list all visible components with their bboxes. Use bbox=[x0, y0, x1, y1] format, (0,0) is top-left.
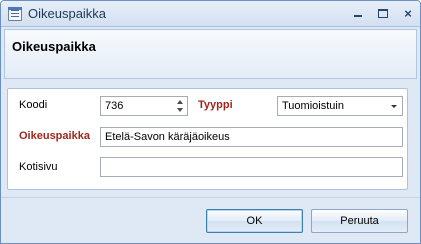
close-button[interactable]: × bbox=[398, 5, 418, 23]
app-icon bbox=[8, 7, 22, 21]
minimize-button[interactable] bbox=[348, 5, 368, 23]
tyyppi-value: Tuomioistuin bbox=[282, 100, 344, 112]
koodi-value: 736 bbox=[105, 100, 124, 112]
maximize-icon bbox=[378, 9, 388, 18]
maximize-button[interactable] bbox=[373, 5, 393, 23]
chevron-down-icon[interactable] bbox=[391, 105, 397, 108]
koodi-input[interactable]: 736 bbox=[100, 96, 188, 116]
dialog-window: Oikeuspaikka × Oikeuspaikka Koodi 736 Ty… bbox=[0, 0, 421, 244]
header-panel: Oikeuspaikka bbox=[4, 29, 417, 79]
ok-button[interactable]: OK bbox=[206, 209, 303, 233]
koodi-label: Koodi bbox=[19, 99, 48, 111]
kotisivu-input[interactable] bbox=[100, 157, 403, 177]
cancel-button[interactable]: Peruuta bbox=[311, 209, 408, 233]
spin-up-icon[interactable] bbox=[177, 100, 183, 104]
tyyppi-select[interactable]: Tuomioistuin bbox=[277, 96, 403, 116]
form-panel: Koodi 736 Tyyppi Tuomioistuin Oikeuspaik… bbox=[7, 88, 408, 190]
minimize-icon bbox=[354, 15, 362, 17]
title-bar[interactable]: Oikeuspaikka × bbox=[1, 1, 420, 27]
window-title: Oikeuspaikka bbox=[28, 6, 107, 21]
tyyppi-label: Tyyppi bbox=[198, 99, 233, 111]
spin-buttons[interactable] bbox=[176, 98, 185, 114]
oikeuspaikka-label: Oikeuspaikka bbox=[19, 130, 90, 142]
oikeuspaikka-value: Etelä-Savon käräjäoikeus bbox=[105, 131, 230, 143]
page-title: Oikeuspaikka bbox=[12, 39, 96, 54]
kotisivu-label: Kotisivu bbox=[19, 161, 58, 173]
spin-down-icon[interactable] bbox=[177, 108, 183, 112]
oikeuspaikka-input[interactable]: Etelä-Savon käräjäoikeus bbox=[100, 127, 403, 147]
close-icon: × bbox=[404, 6, 412, 21]
button-bar: OK Peruuta bbox=[1, 197, 420, 243]
